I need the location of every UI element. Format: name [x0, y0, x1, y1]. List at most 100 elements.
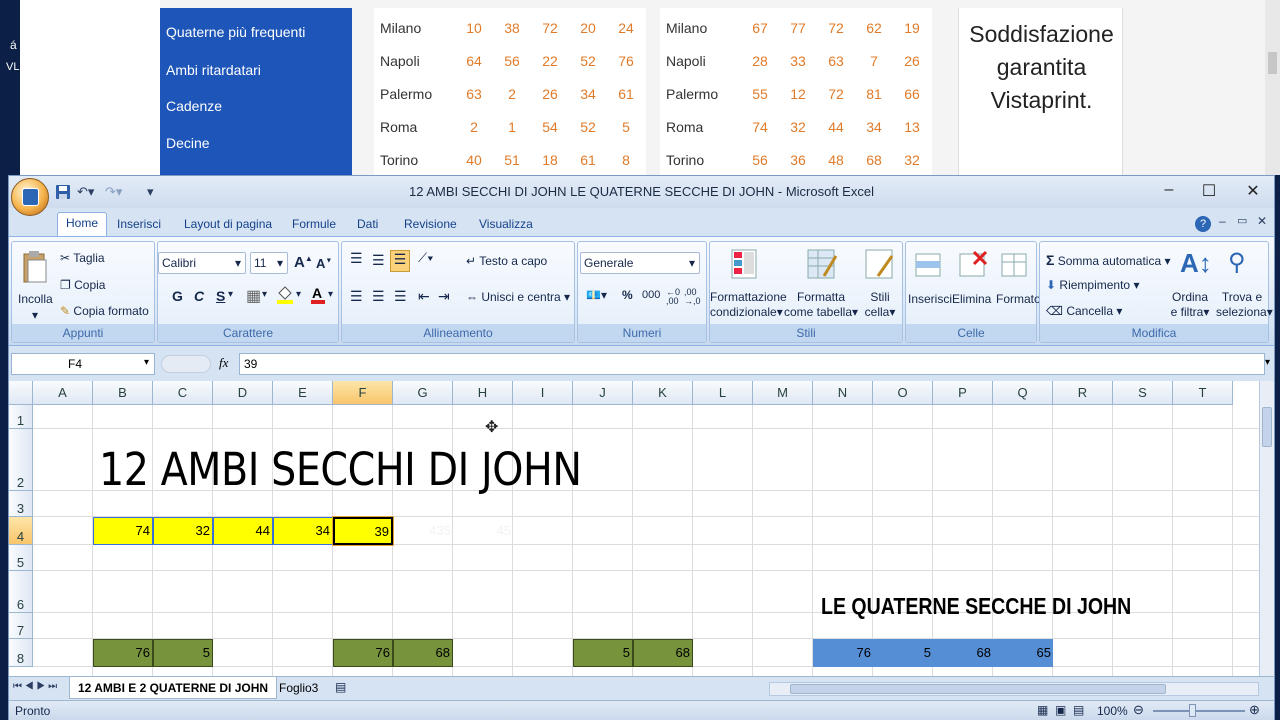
align-top-icon[interactable]: ☰ [350, 250, 363, 267]
tab-insert[interactable]: Inserisci [109, 214, 169, 234]
column-header[interactable]: J [573, 381, 633, 405]
font-size-select[interactable]: 11 ▾ [250, 252, 288, 274]
highlighted-cell[interactable]: 44 [213, 517, 273, 545]
blue-cell[interactable]: 5 [873, 639, 933, 667]
row-header[interactable]: 7 [9, 613, 33, 639]
format-painter-button[interactable]: ✎ Copia formato [60, 304, 149, 318]
align-bottom-icon[interactable]: ☰ [390, 250, 410, 272]
minimize-button[interactable]: – [1155, 181, 1183, 203]
wrap-text-button[interactable]: ↵ Testo a capo [466, 254, 547, 268]
copy-button[interactable]: ❐ Copia [60, 278, 105, 292]
column-header[interactable]: C [153, 381, 213, 405]
redo-icon[interactable]: ↷▾ [105, 184, 122, 200]
highlighted-cell[interactable]: 32 [153, 517, 213, 545]
blue-cell[interactable]: 76 [813, 639, 873, 667]
green-cell[interactable]: 5 [153, 639, 213, 667]
maximize-button[interactable]: ☐ [1195, 181, 1223, 203]
active-cell[interactable]: 39 [332, 516, 394, 546]
grow-font-icon[interactable]: A▲ [294, 254, 313, 271]
green-cell[interactable]: 5 [573, 639, 633, 667]
column-header[interactable]: R [1053, 381, 1113, 405]
delete-cells-button[interactable]: Elimina [952, 292, 991, 306]
sort-filter-icon[interactable]: A↕ [1180, 248, 1212, 279]
column-header[interactable]: S [1113, 381, 1173, 405]
borders-icon[interactable]: ▦ [246, 286, 261, 306]
align-right-icon[interactable]: ☰ [394, 288, 407, 305]
column-header[interactable]: B [93, 381, 153, 405]
row-header[interactable]: 1 [9, 405, 33, 429]
paste-label[interactable]: Incolla [18, 292, 53, 306]
column-header[interactable]: P [933, 381, 993, 405]
row-header[interactable]: 5 [9, 545, 33, 571]
zoom-level[interactable]: 100% [1097, 704, 1128, 718]
tab-review[interactable]: Revisione [396, 214, 465, 234]
orientation-icon[interactable]: ⟋▾ [418, 250, 433, 266]
chevron-down-icon[interactable]: ▾ [328, 289, 333, 300]
green-cell[interactable]: 68 [633, 639, 693, 667]
autosum-button[interactable]: Σ Somma automatica ▾ [1046, 252, 1171, 268]
decrease-indent-icon[interactable]: ⇤ [418, 288, 430, 305]
row-header[interactable]: 4 [9, 517, 33, 545]
tab-formulas[interactable]: Formule [284, 214, 344, 234]
column-header[interactable]: H [453, 381, 513, 405]
insert-cells-icon[interactable] [914, 248, 944, 282]
menu-item-quaterne[interactable]: Quaterne più frequenti [166, 24, 305, 40]
formula-bar-resize[interactable] [161, 355, 211, 373]
ribbon-close-icon[interactable]: ✕ [1257, 214, 1267, 228]
zoom-slider[interactable] [1153, 710, 1245, 712]
font-color-icon[interactable]: A [310, 284, 326, 307]
column-header[interactable]: Q [993, 381, 1053, 405]
zoom-slider-thumb[interactable] [1189, 704, 1196, 717]
row-header[interactable]: 3 [9, 491, 33, 517]
page-scrollbar[interactable] [1265, 0, 1280, 175]
customize-qat-icon[interactable]: ▾ [147, 184, 154, 200]
hscroll-thumb[interactable] [790, 684, 1166, 694]
close-button[interactable]: ✕ [1239, 181, 1267, 203]
row-header[interactable]: 8 [9, 639, 33, 667]
horizontal-scrollbar[interactable] [769, 682, 1259, 696]
bold-button[interactable]: G [172, 288, 183, 304]
delete-cells-icon[interactable] [958, 248, 988, 282]
fill-button[interactable]: ⬇ Riempimento ▾ [1046, 278, 1139, 292]
chevron-down-icon[interactable]: ▾ [262, 289, 267, 300]
insert-cells-button[interactable]: Inserisci [908, 292, 952, 306]
faint-cell[interactable]: 435 [393, 517, 453, 545]
sheet-tab-foglio3[interactable]: Foglio3 [271, 677, 326, 699]
increase-decimal-icon[interactable]: ←0,00 [666, 288, 680, 306]
sheet-tab-active[interactable]: 12 AMBI E 2 QUATERNE DI JOHN [69, 677, 278, 699]
cut-button[interactable]: ✂ Taglia [60, 251, 105, 265]
zoom-out-icon[interactable]: ⊖ [1133, 702, 1144, 718]
column-header[interactable]: N [813, 381, 873, 405]
cell-styles-icon[interactable] [864, 248, 896, 282]
menu-item-ambi[interactable]: Ambi ritardatari [166, 62, 261, 78]
fill-color-icon[interactable] [276, 284, 294, 307]
align-middle-icon[interactable]: ☰ [372, 252, 385, 269]
chevron-down-icon[interactable]: ▾ [228, 289, 233, 300]
name-box[interactable]: F4 ▾ [11, 353, 155, 375]
zoom-in-icon[interactable]: ⊕ [1249, 702, 1260, 718]
blue-cell[interactable]: 65 [993, 639, 1053, 667]
number-format-select[interactable]: Generale ▾ [580, 252, 700, 274]
conditional-formatting-icon[interactable] [730, 248, 762, 282]
menu-item-cadenze[interactable]: Cadenze [166, 98, 222, 114]
column-header[interactable]: F [333, 381, 393, 405]
find-select-button[interactable]: Trova e seleziona▾ [1216, 290, 1273, 320]
highlighted-cell[interactable]: 74 [93, 517, 153, 545]
align-center-icon[interactable]: ☰ [372, 288, 385, 305]
clear-button[interactable]: ⌫ Cancella ▾ [1046, 304, 1122, 318]
row-header[interactable]: 2 [9, 429, 33, 491]
page-break-view-icon[interactable]: ▤ [1073, 703, 1084, 717]
column-header[interactable]: I [513, 381, 573, 405]
column-header[interactable]: L [693, 381, 753, 405]
percent-button[interactable]: % [622, 288, 633, 302]
font-name-select[interactable]: Calibri ▾ [158, 252, 246, 274]
fx-icon[interactable]: fx [219, 355, 228, 371]
insert-sheet-icon[interactable]: ▤ [335, 680, 346, 694]
menu-item-decine[interactable]: Decine [166, 135, 210, 151]
faint-cell[interactable]: 45 [453, 517, 513, 545]
worksheet-grid[interactable]: A B C D E F G H I J K L M N O P Q R S T 1 2 3 4 5 6 7 8 12 AMBI SECC… [9, 381, 1259, 676]
undo-icon[interactable]: ↶▾ [77, 184, 94, 200]
thousands-button[interactable]: 000 [642, 289, 660, 301]
formula-input[interactable]: 39 [239, 353, 1265, 375]
select-all-corner[interactable] [9, 381, 33, 405]
